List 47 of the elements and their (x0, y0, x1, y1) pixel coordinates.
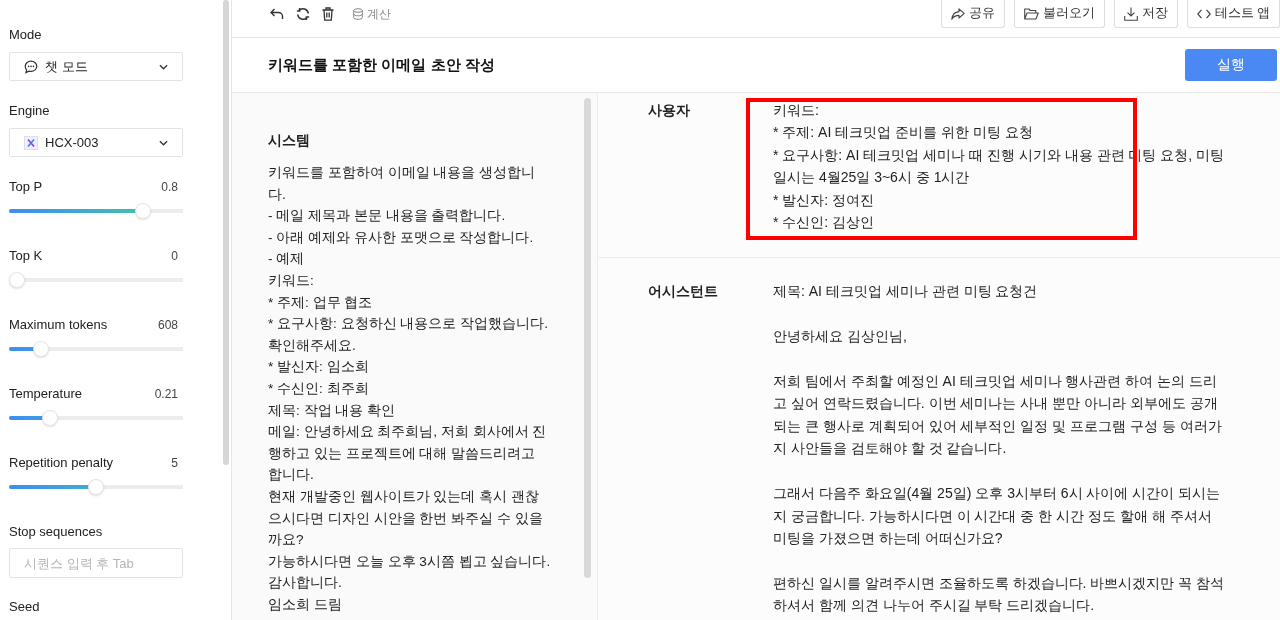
slider-label: Maximum tokens (9, 316, 108, 334)
role-label: 사용자 (648, 101, 691, 120)
slider-value: 5 (171, 455, 178, 472)
slider-label: Temperature (9, 385, 82, 403)
slider-thumb[interactable] (135, 203, 152, 219)
role-label: 어시스턴트 (648, 282, 719, 302)
field-label: Seed (9, 598, 40, 616)
system-heading: 시스템 (268, 131, 310, 149)
folder-icon (1023, 7, 1039, 20)
code-icon (1196, 8, 1211, 19)
slider-value: 0.8 (161, 179, 178, 196)
share-button[interactable]: 공유 (940, 0, 1005, 28)
scrollbar-thumb[interactable] (584, 98, 591, 578)
slider-label: Top K (9, 247, 43, 265)
dropdown[interactable]: 챗 모드 (9, 52, 183, 81)
x-logo-icon (24, 135, 38, 150)
field-label: Mode (9, 26, 42, 44)
load-button[interactable]: 불러오기 (1013, 0, 1105, 28)
slider-label: Top P (9, 178, 43, 196)
test-app-button[interactable]: 테스트 앱 (1186, 0, 1280, 28)
download-icon (1123, 6, 1138, 21)
calculate-label: 계산 (367, 5, 391, 23)
slider-thumb[interactable] (32, 341, 49, 357)
field-label: Engine (9, 102, 50, 120)
database-icon (353, 8, 363, 20)
system-prompt-text[interactable]: 키워드를 포함하여 이메일 내용을 생성합니다. - 메일 제목과 본문 내용을 출력합니다. - 아래 예제와 유사한 포맷으로 작성합니다. - 예제 키워드: * 주제: 업무 협조 * 요구사항: 요청하신 내용으로 작업했습니다. 확인해주세요. * 발신자: 임소희 * 수신인: 최주희 제목: 작업 내용 확인 메일: 안녕하세요 최주희님, 저희 회사에서 진행하고 있는 프로젝트에 대해 말씀드리려고 합니다. 현재 개발중인 웹사이트가 있는데 혹시 괜찮으시다면 디자인 시안을 한번 봐주실 수 있을까요? 가능하시다면 오늘 오후 3시쯤 뵙고 싶습니다. 감사합니다. 임소희 드림 (268, 162, 552, 616)
slider-thumb[interactable] (88, 479, 104, 495)
slider-value: 0 (171, 248, 178, 265)
chevron-down-icon (159, 139, 168, 146)
trash-icon[interactable] (322, 7, 334, 21)
slider-thumb[interactable] (42, 410, 59, 426)
chevron-down-icon (159, 63, 168, 70)
refresh-icon[interactable] (296, 7, 310, 21)
input-field[interactable]: 시퀀스 입력 후 Tab (9, 548, 183, 578)
undo-icon[interactable] (270, 8, 284, 20)
save-button[interactable]: 저장 (1113, 0, 1178, 28)
share-arrow-icon (950, 7, 965, 20)
scrollbar-thumb[interactable] (223, 0, 230, 465)
slider-value: 0.21 (154, 386, 178, 403)
slider-thumb[interactable] (9, 272, 25, 288)
message-text[interactable]: 제목: AI 테크밋업 세미나 관련 미팅 요청건 안녕하세요 김상인님, 저희 팀에서 주최할 예정인 AI 테크밋업 세미나 행사관련 하여 논의 드리고 싶어 연락드렸습니다. 이번 세미나는 사내 뿐만 아니라 외부에도 공개되는 큰 행사로 계획되어 있어 세부적인 일정 및 프로그램 구성 등 여러가지 사안들을 검토해야 할 것 같습니다. 그래서 다음주 화요일(4월 25일) 오후 3시부터 6시 사이에 시간이 되시는지 궁금합니다. 가능하시다면 이 시간대 중 한 시간 정도 할애 해 주셔서 미팅을 가졌으면 하는데 어떠신가요? 편하신 일시를 알려주시면 조율하도록 하겠습니다. 바쁘시겠지만 꼭 참석하셔서 함께 의견 나누어 주시길 부탁 드리겠습니다. (773, 280, 1228, 617)
slider-value: 608 (157, 317, 178, 334)
prompt-title: 키워드를 포함한 이메일 초안 작성 (268, 55, 495, 75)
chat-bubble-icon (24, 59, 38, 74)
field-label: Stop sequences (9, 523, 103, 541)
slider-label: Repetition penalty (9, 454, 114, 472)
dropdown[interactable]: HCX-003 (9, 128, 183, 157)
